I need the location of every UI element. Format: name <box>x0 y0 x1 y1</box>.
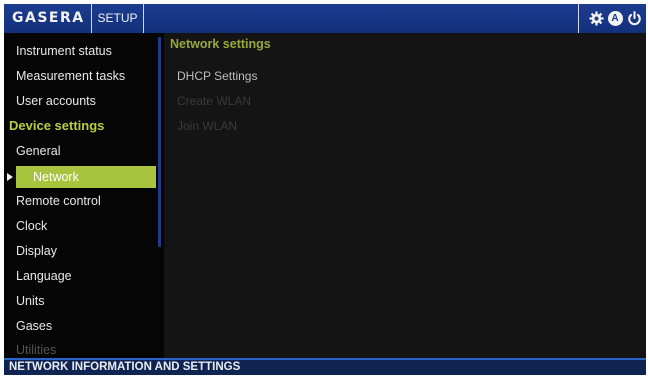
sidebar-item-clock[interactable]: Clock <box>4 215 156 237</box>
account-letter: A <box>607 11 623 26</box>
top-bar: GASERA SETUP A <box>4 4 646 33</box>
sidebar-item-language[interactable]: Language <box>4 265 156 287</box>
sidebar-item-units[interactable]: Units <box>4 290 156 312</box>
sidebar-item-remote-control[interactable]: Remote control <box>4 190 156 212</box>
sidebar-item-display[interactable]: Display <box>4 240 156 262</box>
page-title: Network settings <box>170 37 271 51</box>
sidebar-menu: Instrument status Measurement tasks User… <box>4 33 164 359</box>
status-bar: NETWORK INFORMATION AND SETTINGS <box>4 358 646 375</box>
sidebar-item-instrument-status[interactable]: Instrument status <box>4 40 156 62</box>
device-screen: GASERA SETUP A Instrument status Measure… <box>4 4 646 375</box>
top-icons: A <box>578 4 642 33</box>
sidebar-item-network[interactable]: Network <box>16 166 156 188</box>
divider <box>578 4 579 33</box>
sidebar-item-user-accounts[interactable]: User accounts <box>4 90 156 112</box>
tab-setup[interactable]: SETUP <box>91 4 144 33</box>
option-dhcp-settings[interactable]: DHCP Settings <box>177 69 257 83</box>
sidebar-item-general[interactable]: General <box>4 140 156 162</box>
sidebar-item-measurement-tasks[interactable]: Measurement tasks <box>4 65 156 87</box>
option-join-wlan[interactable]: Join WLAN <box>177 119 237 133</box>
sidebar-section-device-settings: Device settings <box>9 118 105 133</box>
gear-icon[interactable] <box>588 11 604 27</box>
account-a-icon[interactable]: A <box>607 11 623 27</box>
brand-logo: GASERA <box>12 10 85 26</box>
option-create-wlan[interactable]: Create WLAN <box>177 94 251 108</box>
power-icon[interactable] <box>626 11 642 27</box>
selection-arrow-icon <box>7 173 13 181</box>
sidebar-item-gases[interactable]: Gases <box>4 315 156 337</box>
sidebar-scrollbar[interactable] <box>158 37 161 247</box>
main-panel: Network settings DHCP Settings Create WL… <box>164 33 646 359</box>
